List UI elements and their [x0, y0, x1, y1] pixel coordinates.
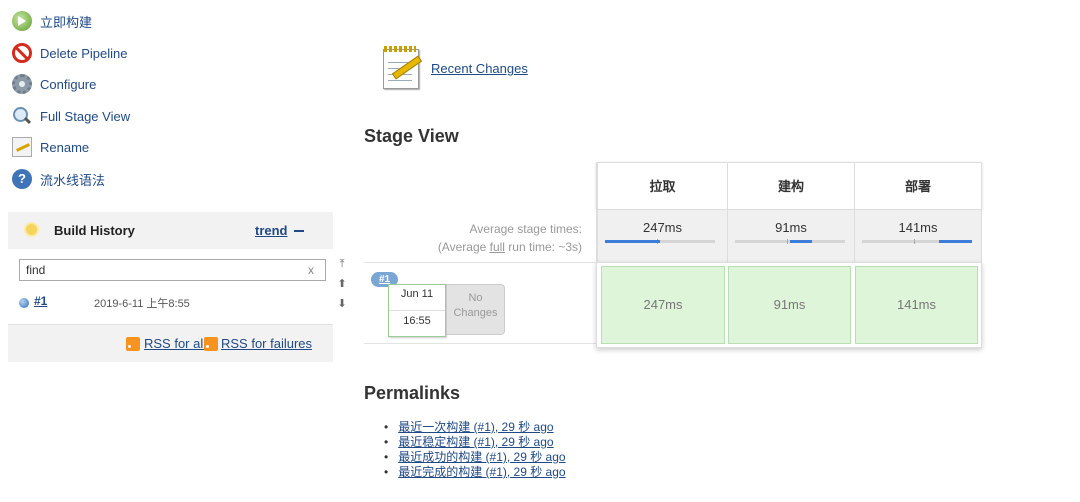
- trend-link[interactable]: trend: [255, 223, 288, 238]
- build-history-footer: RSS for all RSS for failures: [8, 324, 333, 362]
- search-icon: [12, 106, 32, 126]
- stage-header: 建构: [727, 163, 854, 211]
- stage-run-cell[interactable]: 247ms: [601, 266, 725, 344]
- permalink-link[interactable]: 最近成功的构建 (#1), 29 秒 ago: [398, 450, 565, 464]
- full-run-link[interactable]: full: [490, 240, 505, 254]
- permalink-link[interactable]: 最近完成的构建 (#1), 29 秒 ago: [398, 465, 565, 479]
- permalinks-list: 最近一次构建 (#1), 29 秒 ago 最近稳定构建 (#1), 29 秒 …: [384, 418, 566, 479]
- gear-icon: [12, 74, 32, 94]
- build-history-header: Build History trend: [8, 212, 333, 249]
- stage-average-bar: [735, 239, 845, 244]
- list-item: 最近成功的构建 (#1), 29 秒 ago: [384, 448, 565, 464]
- full-stage-view-label[interactable]: Full Stage View: [40, 109, 130, 124]
- build-history-title: Build History: [54, 223, 135, 238]
- stage-average-fill: [790, 240, 812, 243]
- build-date: 2019-6-11 上午8:55: [94, 298, 190, 310]
- stage-run-cell[interactable]: 91ms: [728, 266, 851, 344]
- average-times-label: Average stage times: (Average full run t…: [437, 222, 582, 254]
- rename-icon: [12, 137, 32, 157]
- stage-average-bar: [605, 239, 715, 244]
- stage-header: 部署: [854, 163, 981, 211]
- average-times-row: 247ms 91ms 141ms: [596, 210, 982, 262]
- stage-average-time: 247ms: [642, 220, 683, 235]
- help-icon: ?: [12, 169, 32, 189]
- rename-link[interactable]: Rename: [12, 135, 89, 159]
- stage-average-time: 91ms: [775, 220, 807, 235]
- scroll-down-icon[interactable]: ⬇: [337, 298, 347, 310]
- stage-view-title: Stage View: [364, 126, 459, 146]
- stage-run-cell[interactable]: 141ms: [855, 266, 978, 344]
- delete-pipeline-label[interactable]: Delete Pipeline: [40, 46, 127, 61]
- rename-label[interactable]: Rename: [40, 140, 89, 155]
- scroll-top-icon[interactable]: ⤒: [337, 258, 347, 270]
- run-changes[interactable]: No Changes: [446, 284, 505, 335]
- build-now-icon: [12, 11, 32, 31]
- pipeline-syntax-label[interactable]: 流水线语法: [40, 170, 105, 189]
- list-item: 最近稳定构建 (#1), 29 秒 ago: [384, 433, 566, 449]
- build-number-link[interactable]: #1: [34, 294, 47, 308]
- build-status-blue-icon: [19, 298, 29, 308]
- run-date: Jun 11: [400, 288, 434, 300]
- rss-all-link[interactable]: RSS for all: [144, 336, 206, 351]
- build-now-link[interactable]: 立即构建: [12, 9, 92, 33]
- scroll-up-icon[interactable]: ⬆: [337, 278, 347, 290]
- permalink-link[interactable]: 最近一次构建 (#1), 29 秒 ago: [398, 420, 553, 434]
- weather-sun-icon: [26, 224, 37, 235]
- notepad-icon[interactable]: [381, 44, 423, 90]
- clear-search-button[interactable]: x: [308, 263, 314, 277]
- stage-header-row: 拉取 建构 部署: [596, 162, 982, 211]
- run-date-box: Jun 11 16:55: [388, 284, 446, 337]
- configure-link[interactable]: Configure: [12, 72, 96, 96]
- find-build-input[interactable]: [19, 259, 326, 281]
- run-time: 16:55: [403, 315, 431, 327]
- stage-average-cell: 141ms: [854, 210, 981, 262]
- list-item: 最近完成的构建 (#1), 29 秒 ago: [384, 463, 565, 479]
- configure-label[interactable]: Configure: [40, 77, 96, 92]
- recent-changes-link[interactable]: Recent Changes: [431, 61, 528, 76]
- build-history-widget: Build History trend x #1 2019-6-11 上午8:5…: [8, 212, 333, 362]
- stage-header: 拉取: [597, 163, 727, 211]
- stage-average-fill: [939, 240, 972, 243]
- collapse-icon[interactable]: [294, 230, 304, 232]
- delete-icon: [12, 43, 32, 63]
- rss-icon: [126, 337, 140, 351]
- pipeline-syntax-link[interactable]: ? 流水线语法: [12, 167, 105, 191]
- stage-run-panel: 247ms 91ms 141ms: [596, 262, 982, 348]
- stage-average-cell: 91ms: [727, 210, 854, 262]
- rss-icon: [204, 337, 218, 351]
- build-now-label[interactable]: 立即构建: [40, 12, 92, 31]
- stage-average-fill: [605, 240, 660, 243]
- stage-average-bar: [862, 239, 972, 244]
- rss-failures-link[interactable]: RSS for failures: [221, 336, 312, 351]
- list-item: 最近一次构建 (#1), 29 秒 ago: [384, 418, 566, 434]
- full-stage-view-link[interactable]: Full Stage View: [12, 104, 130, 128]
- permalinks-title: Permalinks: [364, 383, 461, 403]
- stage-average-time: 141ms: [898, 220, 938, 235]
- stage-average-cell: 247ms: [597, 210, 727, 262]
- delete-pipeline-link[interactable]: Delete Pipeline: [12, 41, 127, 65]
- permalink-link[interactable]: 最近稳定构建 (#1), 29 秒 ago: [398, 435, 553, 449]
